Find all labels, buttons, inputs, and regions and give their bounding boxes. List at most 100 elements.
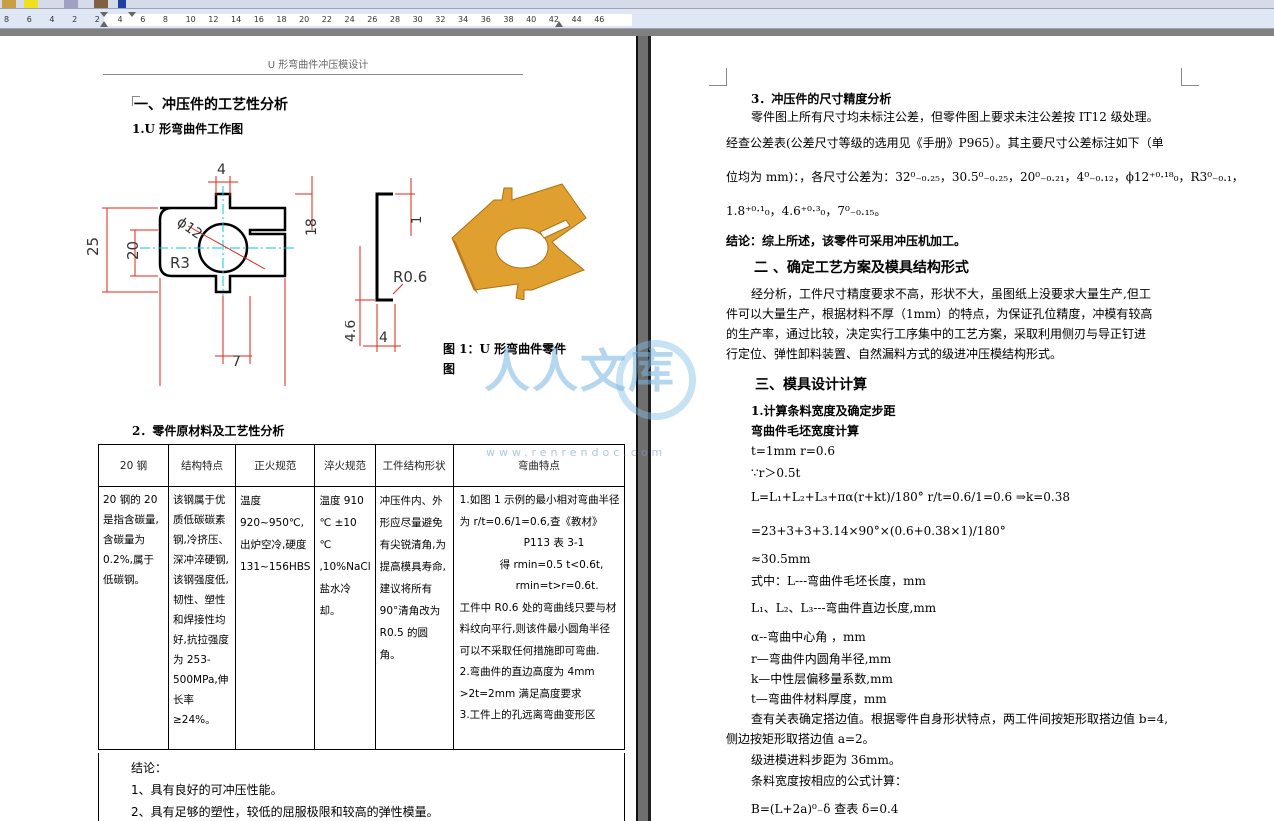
table-cell-bend-features: 1.如图 1 示例的最小相对弯曲半径 为 r/t=0.6/1=0.6,查《教材》… — [452, 486, 626, 750]
toolbar-strip — [0, 0, 1274, 9]
ruler-tick-label: 38 — [503, 15, 514, 24]
paragraph-line: 级进模进料步距为 36mm。 — [751, 753, 901, 767]
paragraph-line: 位均为 mm)：，各尺寸公差为：32⁰₋₀.₂₅，30.5⁰₋₀.₂₅，20⁰₋… — [726, 170, 1244, 184]
toolbar-icon-1[interactable] — [2, 0, 16, 8]
paragraph-line: 的生产率，通过比较，决定实行工序集中的工艺方案，采取利用侧刃与导正钉进 — [726, 327, 1147, 341]
paragraph-line: 经查公差表(公差尺寸等级的选用见《手册》P965）。其主要尺寸公差标注如下（单 — [726, 136, 1164, 150]
bend-line: 3.工件上的孔远离弯曲变形区 — [459, 709, 596, 721]
ruler-tick-label: 40 — [526, 15, 537, 24]
bend-line: rmin=t>r=0.6t. — [515, 580, 599, 592]
bend-line: P113 表 3-1 — [523, 537, 585, 549]
table-cell: 20 钢的 20 是指含碳量,含碳量为 0.2%,属于低碳钢。 — [98, 486, 169, 750]
equation-line: ≈30.5mm — [751, 552, 811, 566]
part-3d-render — [451, 183, 587, 300]
ruler-tick-label: 10 — [185, 15, 196, 24]
paragraph-line: 行定位、弹性卸料装置、自然漏料方式的级进冲压模结构形式。 — [726, 347, 1063, 361]
table-cell: 温度 910 ℃ ±10 ℃ ,10%NaCl 盐水冷却。 — [314, 486, 376, 750]
equation-line: t=1mm r=0.6 — [751, 444, 835, 458]
bend-line: >2t=2mm 满足高度要求 — [459, 687, 582, 700]
subsection-3-1-title: 1.计算条料宽度及确定步距 — [751, 404, 896, 418]
dim-4-bottom-label: 4 — [379, 330, 388, 346]
ruler-tick-label: 32 — [435, 15, 446, 24]
right-indent-marker[interactable] — [555, 21, 563, 27]
paragraph-line: 零件图上所有尺寸均未标注公差，但零件图上要求未注公差按 IT12 级处理。 — [751, 110, 1159, 124]
conclusion-item: 2、具有足够的塑性，较低的屈服极限和较高的弹性模量。 — [131, 805, 439, 819]
equation-line: ∵r＞0.5t — [751, 466, 801, 480]
table-header: 淬火规范 — [314, 444, 376, 487]
subsection-1-title: 1.U 形弯曲件工作图 — [132, 122, 244, 136]
toolbar-icon-3[interactable] — [64, 0, 78, 8]
equation-line: L=L₁+L₂+L₃+πα(r+kt)/180° r/t=0.6/1=0.6 ⇒… — [751, 490, 1070, 504]
ruler-tick-label: 34 — [458, 15, 469, 24]
ruler-tick-label: 8 — [162, 15, 168, 24]
equation-line: t—弯曲件材料厚度，mm — [751, 692, 887, 706]
section-1-title: 一、冲压件的工艺性分析 — [134, 97, 288, 113]
ruler-tick-label: 14 — [231, 15, 242, 24]
ruler-tick-label: 16 — [253, 15, 264, 24]
ruler-tick-label: 20 — [299, 15, 310, 24]
equation-line: =23+3+3+3.14×90°×(0.6+0.38×1)/180° — [751, 524, 1006, 538]
subsection-2-title: 2．零件原材料及工艺性分析 — [132, 424, 285, 438]
ruler-tick-label: 24 — [344, 15, 355, 24]
ruler-tick-label: 6 — [140, 15, 146, 24]
table-cell: 温度 920~950℃,出炉空冷,硬度 131~156HBS — [234, 486, 316, 750]
left-page: U 形弯曲件冲压模设计 一、冲压件的工艺性分析 1.U 形弯曲件工作图 4 18 — [0, 36, 636, 821]
ruler-tick-label: 46 — [594, 15, 605, 24]
toolbar-icon-2[interactable] — [24, 0, 38, 8]
conclusion-item: 1、具有良好的可冲压性能。 — [131, 783, 283, 797]
paragraph-line: 经分析，工件尺寸精度要求不高，形状不大，虽图纸上没要求大量生产,但工 — [751, 287, 1151, 301]
table-header: 20 钢 — [98, 444, 169, 487]
table-header: 结构特点 — [168, 444, 236, 487]
equation-line: L₁、L₂、L₃---弯曲件直边长度,mm — [751, 601, 937, 615]
equation-line: k—中性层偏移量系数,mm — [751, 672, 893, 686]
conclusion-box: 结论： 1、具有良好的可冲压性能。 2、具有足够的塑性，较低的屈服极限和较高的弹… — [98, 753, 625, 821]
ruler-tick-label: 26 — [367, 15, 378, 24]
bend-line: 得 rmin=0.5 t<0.6t, — [499, 558, 604, 571]
dim-R06-label: R0.6 — [393, 268, 427, 286]
ruler-tick-label: 28 — [389, 15, 401, 24]
section-3-title: 三、模具设计计算 — [755, 377, 867, 393]
ruler-tick-label: 6 — [26, 15, 32, 24]
margin-corner-mark — [1181, 68, 1199, 86]
bend-line: 为 r/t=0.6/1=0.6,查《教材》 — [459, 515, 603, 528]
first-line-indent-marker[interactable] — [100, 12, 108, 17]
table-header: 正火规范 — [234, 444, 316, 487]
horizontal-ruler[interactable]: 8 6 4 2 2 4 6 8 10 12 14 16 18 20 22 24 26 28 30 32 34 36 38 40… — [0, 9, 1274, 29]
ruler-tick-label: 44 — [571, 15, 582, 24]
section-2-title: 二 、确定工艺方案及模具结构形式 — [754, 260, 969, 276]
dim-4-6-label: 4.6 — [345, 320, 359, 342]
watermark-url: www.renrendoc.com — [486, 446, 667, 459]
equation-line: r—弯曲件内圆角半径,mm — [751, 652, 892, 666]
equation-line: B=(L+2a)⁰₋δ 查表 δ=0.4 — [751, 802, 899, 816]
left-indent-marker[interactable] — [100, 21, 108, 27]
table-header: 工件结构形状 — [374, 444, 454, 487]
material-table: 20 钢 结构特点 正火规范 淬火规范 工件结构形状 弯曲特点 20 钢的 20… — [98, 444, 626, 750]
subsection-3-2-title: 弯曲件毛坯宽度计算 — [751, 424, 860, 438]
bend-line: 2.弯曲件的直边高度为 4mm — [459, 666, 595, 678]
bend-line: 料纹向平行,则该件最小圆角半径 — [459, 623, 610, 635]
bend-line: 1.如图 1 示例的最小相对弯曲半径 — [459, 494, 620, 506]
ruler-tick-label: 4 — [117, 15, 123, 24]
bend-line: 工件中 R0.6 处的弯曲线只要与材 — [459, 601, 617, 614]
equation-line: 式中：L---弯曲件毛坯长度，mm — [751, 574, 926, 588]
paragraph-corner-mark — [132, 96, 140, 106]
dim-4-top-label: 4 — [217, 162, 226, 178]
dim-1-label: 1 — [410, 216, 425, 224]
page-header-text: U 形弯曲件冲压模设计 — [267, 60, 369, 71]
right-page: 3．冲压件的尺寸精度分析 零件图上所有尺寸均未标注公差，但零件图上要求未注公差按… — [651, 36, 1274, 821]
dim-18-label: 18 — [304, 218, 320, 236]
dim-20-label: 20 — [124, 241, 142, 260]
table-cell: 冲压件内、外形应尽量避免有尖锐清角,为提高模具寿命,建议将所有 90°清角改为 … — [374, 486, 454, 750]
toolbar-icon-4[interactable] — [94, 0, 108, 8]
tab-stop-marker[interactable] — [128, 12, 136, 17]
conclusion-title: 结论： — [131, 761, 168, 775]
bend-line: 可以不采取任何措施即可弯曲. — [459, 644, 600, 657]
ruler-tick-label: 30 — [412, 15, 423, 24]
ruler-tick-label: 22 — [321, 15, 332, 24]
table-cell: 该钢属于优质低碳碳素钢,冷挤压、深冲淬硬钢,该钢强度低,韧性、塑性和焊接性均好,… — [168, 486, 236, 750]
ruler-tick-label: 12 — [208, 15, 219, 24]
equation-line: α--弯曲中心角 ，mm — [751, 630, 866, 644]
dim-25-label: 25 — [84, 237, 102, 256]
ruler-tick-label: 2 — [72, 15, 78, 24]
toolbar-dropdown-icon[interactable] — [118, 0, 126, 8]
